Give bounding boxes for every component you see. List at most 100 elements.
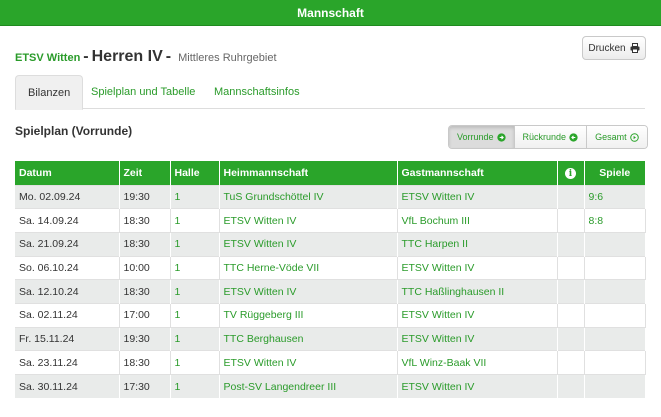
hall-link[interactable]: 1 <box>170 208 220 233</box>
away-team-link[interactable]: VfL Winz-Baak VII <box>397 350 558 375</box>
match-time: 19:30 <box>119 184 171 209</box>
away-team-link[interactable]: ETSV Witten IV <box>397 184 558 209</box>
info-cell <box>557 350 585 375</box>
hall-link[interactable]: 1 <box>170 279 220 304</box>
match-time: 17:30 <box>119 374 171 399</box>
header-title: Mannschaft <box>297 5 364 20</box>
match-time: 18:30 <box>119 279 171 304</box>
tab-bar: Bilanzen Spielplan und Tabelle Mannschaf… <box>15 75 645 110</box>
tab-label: Spielplan und Tabelle <box>91 86 196 98</box>
circle-arrow-right-icon <box>496 132 506 142</box>
table-row: Sa. 23.11.24 18:30 1 ETSV Witten IV VfL Winz… <box>15 350 646 375</box>
home-team-link[interactable]: TTC Herne-Vöde VII <box>219 255 398 280</box>
league-name: Mittleres Ruhrgebiet <box>178 52 277 64</box>
home-team-link[interactable]: TV Rüggeberg III <box>219 302 398 328</box>
away-team-link[interactable]: ETSV Witten IV <box>397 374 558 399</box>
table-row: Mo. 02.09.24 19:30 1 TuS Grundschöttel IV ET… <box>15 184 646 209</box>
schedule-table: Datum Zeit Halle Heimmannschaft Gastmann… <box>15 161 646 399</box>
section-header-bar: Mannschaft <box>0 0 661 26</box>
tab-bilanzen[interactable]: Bilanzen <box>15 75 84 110</box>
table-row: Sa. 12.10.24 18:30 1 ETSV Witten IV TTC Haßl… <box>15 279 646 304</box>
result-link[interactable]: 8:8 <box>584 208 646 233</box>
match-time: 18:30 <box>119 208 171 233</box>
match-time: 18:30 <box>119 231 171 257</box>
hall-link[interactable]: 1 <box>170 326 220 351</box>
away-team-link[interactable]: TTC Haßlinghausen II <box>397 279 558 304</box>
info-cell <box>557 255 585 280</box>
match-time: 19:30 <box>119 326 171 351</box>
hall-link[interactable]: 1 <box>170 374 220 399</box>
home-team-link[interactable]: ETSV Witten IV <box>219 208 398 233</box>
home-team-link[interactable]: Post-SV Langendreer III <box>219 374 398 399</box>
segment-label: Gesamt <box>595 132 627 142</box>
match-date: Sa. 21.09.24 <box>15 231 120 257</box>
result-link[interactable] <box>584 326 646 351</box>
result-link[interactable] <box>584 350 646 375</box>
round-selector: Vorrunde Rückrunde Gesamt <box>448 125 648 149</box>
hall-link[interactable]: 1 <box>170 184 220 209</box>
tab-spielplan-und-tabelle[interactable]: Spielplan und Tabelle <box>79 75 207 109</box>
circle-arrow-left-icon <box>569 132 578 142</box>
rueckrunde-button[interactable]: Rückrunde <box>514 126 588 148</box>
result-link[interactable] <box>584 255 646 280</box>
club-name-link[interactable]: ETSV Witten <box>15 52 80 64</box>
away-team-link[interactable]: ETSV Witten IV <box>397 326 558 351</box>
match-time: 17:00 <box>119 302 171 328</box>
info-cell <box>557 184 585 209</box>
home-team-link[interactable]: TTC Berghausen <box>219 326 398 351</box>
info-cell <box>557 302 585 328</box>
away-team-link[interactable]: ETSV Witten IV <box>397 255 558 280</box>
hall-link[interactable]: 1 <box>170 231 220 257</box>
col-header-zeit[interactable]: Zeit <box>119 161 171 185</box>
info-icon[interactable]: i <box>565 168 576 179</box>
away-team-link[interactable]: VfL Bochum III <box>397 208 558 233</box>
hall-link[interactable]: 1 <box>170 302 220 328</box>
match-date: Fr. 15.11.24 <box>15 326 120 351</box>
hall-link[interactable]: 1 <box>170 350 220 375</box>
gesamt-button[interactable]: Gesamt <box>587 126 647 148</box>
result-link[interactable] <box>584 231 646 257</box>
hall-link[interactable]: 1 <box>170 255 220 280</box>
home-team-link[interactable]: ETSV Witten IV <box>219 231 398 257</box>
home-team-link[interactable]: TuS Grundschöttel IV <box>219 184 398 209</box>
match-date: So. 06.10.24 <box>15 255 120 280</box>
home-team-link[interactable]: ETSV Witten IV <box>219 350 398 375</box>
home-team-link[interactable]: ETSV Witten IV <box>219 279 398 304</box>
tab-label: Mannschaftsinfos <box>214 86 300 98</box>
match-date: Sa. 14.09.24 <box>15 208 120 233</box>
match-time: 18:30 <box>119 350 171 375</box>
team-heading: ETSV Witten - Herren IV - Mittleres Ruhr… <box>15 48 277 66</box>
away-team-link[interactable]: ETSV Witten IV <box>397 302 558 328</box>
result-link[interactable] <box>584 374 646 399</box>
match-date: Sa. 30.11.24 <box>15 374 120 399</box>
col-header-halle[interactable]: Halle <box>170 161 220 185</box>
print-button-label: Drucken <box>588 42 626 54</box>
table-row: So. 06.10.24 10:00 1 TTC Herne-Vöde VII ETSV… <box>15 255 646 280</box>
result-link[interactable] <box>584 279 646 304</box>
circle-play-icon <box>629 132 639 142</box>
table-row: Sa. 30.11.24 17:30 1 Post-SV Langendreer II… <box>15 374 646 399</box>
away-team-link[interactable]: TTC Harpen II <box>397 231 558 257</box>
col-header-heim[interactable]: Heimmannschaft <box>219 161 398 185</box>
match-date: Sa. 12.10.24 <box>15 279 120 304</box>
title-separator: - <box>165 48 172 65</box>
col-header-datum[interactable]: Datum <box>15 161 120 185</box>
table-row: Fr. 15.11.24 19:30 1 TTC Berghausen ETSV Wit… <box>15 326 646 351</box>
result-link[interactable] <box>584 302 646 328</box>
info-cell <box>557 326 585 351</box>
print-button[interactable]: Drucken <box>582 36 646 60</box>
result-link[interactable]: 9:6 <box>584 184 646 209</box>
segment-label: Vorrunde <box>457 132 494 142</box>
team-name: Herren IV <box>91 48 163 65</box>
match-time: 10:00 <box>119 255 171 280</box>
table-row: Sa. 21.09.24 18:30 1 ETSV Witten IV TTC Harp… <box>15 231 646 257</box>
col-header-gast[interactable]: Gastmannschaft <box>397 161 558 185</box>
table-row: Sa. 02.11.24 17:00 1 TV Rüggeberg III ETSV W… <box>15 302 646 328</box>
col-header-info[interactable]: i <box>557 161 585 185</box>
info-cell <box>557 374 585 399</box>
info-cell <box>557 279 585 304</box>
col-header-spiele[interactable]: Spiele <box>584 161 645 185</box>
vorrunde-button[interactable]: Vorrunde <box>449 126 515 148</box>
tab-label: Bilanzen <box>28 86 71 99</box>
tab-mannschaftsinfos[interactable]: Mannschaftsinfos <box>202 75 312 109</box>
